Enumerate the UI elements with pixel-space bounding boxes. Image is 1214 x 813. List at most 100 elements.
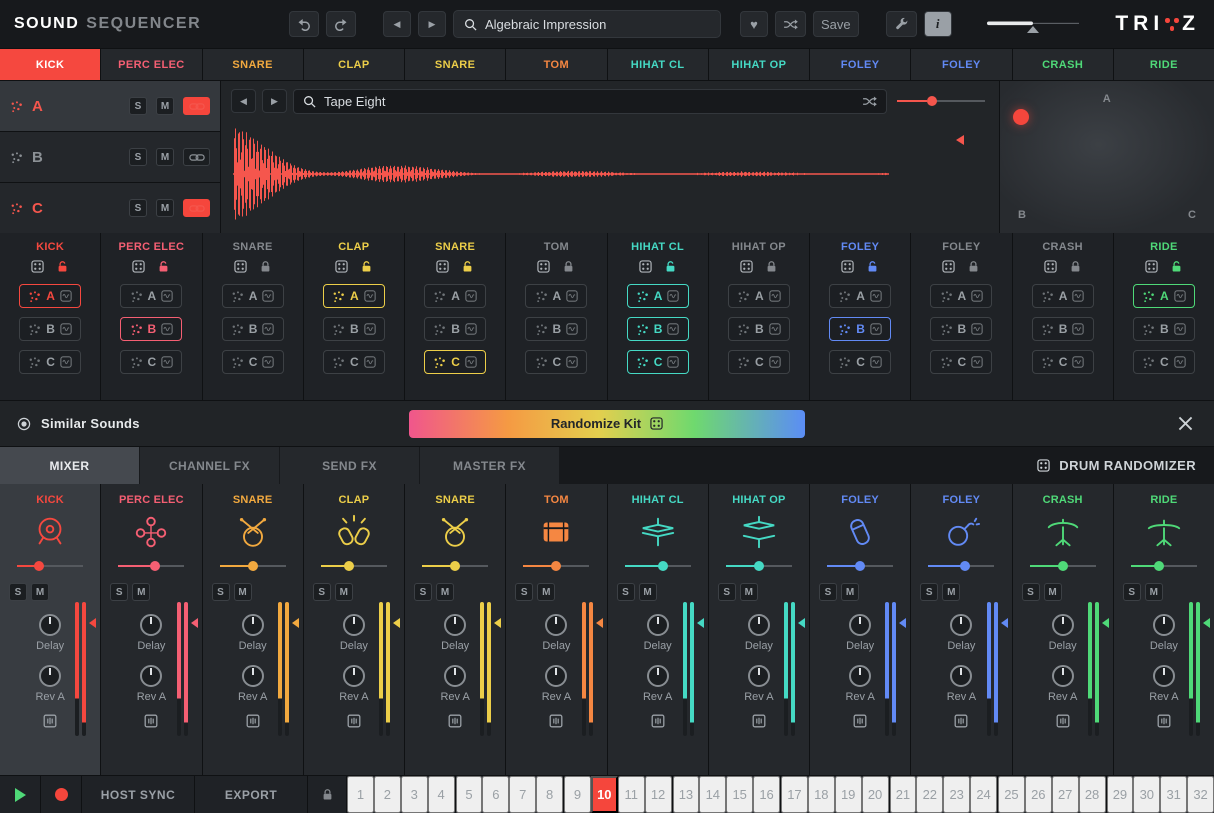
delay-knob[interactable] <box>39 614 61 636</box>
layer-link-button[interactable] <box>183 148 210 166</box>
step-1[interactable]: 1 <box>347 776 374 813</box>
kit-cell-foley-c[interactable]: C <box>930 350 992 374</box>
lock-open-icon[interactable] <box>56 260 69 273</box>
channel-output-button[interactable] <box>1157 714 1171 728</box>
reverb-knob[interactable] <box>748 665 770 687</box>
meter-marker[interactable] <box>697 618 704 628</box>
delay-knob[interactable] <box>545 614 567 636</box>
layer-mute-button[interactable]: M <box>156 97 174 115</box>
slider-handle[interactable] <box>150 561 160 571</box>
channel-solo-button[interactable]: S <box>515 583 533 601</box>
pad-tab-tom-6[interactable]: TOM <box>506 49 606 80</box>
step-13[interactable]: 13 <box>673 776 700 813</box>
channel-volume-slider[interactable] <box>17 559 83 573</box>
step-7[interactable]: 7 <box>509 776 536 813</box>
kit-cell-foley-b[interactable]: B <box>829 317 891 341</box>
step-4[interactable]: 4 <box>428 776 455 813</box>
layer-solo-button[interactable]: S <box>129 199 147 217</box>
kit-randomize-button[interactable] <box>132 260 145 273</box>
layer-mute-button[interactable]: M <box>156 148 174 166</box>
channel-volume-slider[interactable] <box>321 559 387 573</box>
lock-closed-icon[interactable] <box>562 260 575 273</box>
delay-knob[interactable] <box>849 614 871 636</box>
channel-solo-button[interactable]: S <box>212 583 230 601</box>
delay-knob[interactable] <box>444 614 466 636</box>
kit-cell-hihat-op-a[interactable]: A <box>728 284 790 308</box>
channel-solo-button[interactable]: S <box>414 583 432 601</box>
reverb-knob[interactable] <box>950 665 972 687</box>
preset-search-field[interactable]: Algebraic Impression <box>453 10 721 38</box>
slider-handle[interactable] <box>450 561 460 571</box>
layer-solo-button[interactable]: S <box>129 97 147 115</box>
channel-output-button[interactable] <box>144 714 158 728</box>
step-15[interactable]: 15 <box>726 776 753 813</box>
kit-randomize-button[interactable] <box>942 260 955 273</box>
save-button[interactable]: Save <box>813 11 859 37</box>
slider-handle[interactable] <box>344 561 354 571</box>
kit-cell-ride-b[interactable]: B <box>1133 317 1195 341</box>
pad-tab-kick-1[interactable]: KICK <box>0 49 100 80</box>
meter-marker[interactable] <box>899 618 906 628</box>
prev-sample-button[interactable]: ◀ <box>231 89 256 113</box>
lock-open-icon[interactable] <box>157 260 170 273</box>
kit-cell-kick-b[interactable]: B <box>19 317 81 341</box>
step-22[interactable]: 22 <box>916 776 943 813</box>
kit-cell-hihat-op-b[interactable]: B <box>728 317 790 341</box>
close-button[interactable] <box>1177 415 1194 432</box>
kit-cell-snare-a[interactable]: A <box>424 284 486 308</box>
tab-mixer[interactable]: MIXER <box>0 447 139 484</box>
waveform-display[interactable] <box>221 117 999 233</box>
channel-mute-button[interactable]: M <box>942 583 960 601</box>
meter-marker[interactable] <box>1001 618 1008 628</box>
info-button[interactable]: i <box>924 11 952 37</box>
kit-cell-crash-a[interactable]: A <box>1032 284 1094 308</box>
channel-output-button[interactable] <box>752 714 766 728</box>
step-14[interactable]: 14 <box>699 776 726 813</box>
channel-mute-button[interactable]: M <box>537 583 555 601</box>
delay-knob[interactable] <box>242 614 264 636</box>
layer-link-button[interactable] <box>183 97 210 115</box>
kit-randomize-button[interactable] <box>436 260 449 273</box>
sample-volume-slider[interactable] <box>897 94 985 108</box>
step-9[interactable]: 9 <box>564 776 591 813</box>
kit-cell-clap-b[interactable]: B <box>323 317 385 341</box>
channel-mute-button[interactable]: M <box>1044 583 1062 601</box>
kit-randomize-button[interactable] <box>1044 260 1057 273</box>
slider-handle[interactable] <box>960 561 970 571</box>
redo-button[interactable] <box>326 11 356 37</box>
mixer-channel-snare-5[interactable]: SNARESMDelayRev A <box>405 484 505 775</box>
similar-sounds-icon[interactable] <box>17 417 31 431</box>
lock-closed-icon[interactable] <box>259 260 272 273</box>
channel-volume-slider[interactable] <box>928 559 994 573</box>
pattern-lock-button[interactable] <box>308 776 346 813</box>
lock-open-icon[interactable] <box>1170 260 1183 273</box>
kit-cell-tom-c[interactable]: C <box>525 350 587 374</box>
step-5[interactable]: 5 <box>456 776 483 813</box>
kit-cell-crash-c[interactable]: C <box>1032 350 1094 374</box>
host-sync-button[interactable]: HOST SYNC <box>82 776 194 813</box>
lock-closed-icon[interactable] <box>1069 260 1082 273</box>
undo-button[interactable] <box>289 11 319 37</box>
channel-solo-button[interactable]: S <box>9 583 27 601</box>
kit-randomize-button[interactable] <box>841 260 854 273</box>
pad-tab-foley-10[interactable]: FOLEY <box>911 49 1011 80</box>
kit-cell-ride-a[interactable]: A <box>1133 284 1195 308</box>
channel-volume-slider[interactable] <box>220 559 286 573</box>
channel-output-button[interactable] <box>549 714 563 728</box>
delay-knob[interactable] <box>647 614 669 636</box>
channel-mute-button[interactable]: M <box>740 583 758 601</box>
favorite-button[interactable]: ♥ <box>740 11 768 37</box>
slider-handle[interactable] <box>927 96 937 106</box>
mixer-channel-crash-11[interactable]: CRASHSMDelayRev A <box>1013 484 1113 775</box>
xy-cursor[interactable] <box>1013 109 1029 125</box>
lock-open-icon[interactable] <box>866 260 879 273</box>
shuffle-preset-button[interactable] <box>775 11 806 37</box>
pad-tab-snare-5[interactable]: SNARE <box>405 49 505 80</box>
kit-cell-ride-c[interactable]: C <box>1133 350 1195 374</box>
meter-marker[interactable] <box>393 618 400 628</box>
channel-solo-button[interactable]: S <box>920 583 938 601</box>
kit-cell-snare-c[interactable]: C <box>424 350 486 374</box>
sample-search-field[interactable]: Tape Eight <box>293 89 887 114</box>
kit-cell-foley-a[interactable]: A <box>930 284 992 308</box>
kit-cell-snare-a[interactable]: A <box>222 284 284 308</box>
